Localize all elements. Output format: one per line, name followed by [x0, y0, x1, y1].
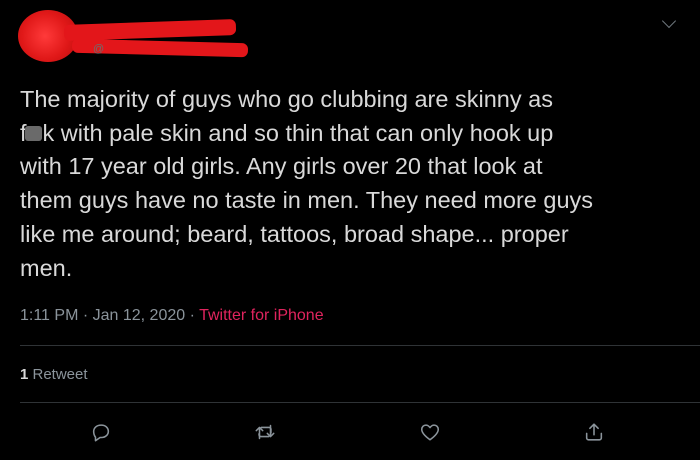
tweet-source-link[interactable]: Twitter for iPhone — [199, 307, 324, 324]
retweet-stats[interactable]: 1 Retweet — [20, 366, 88, 383]
censored-word-blur — [24, 125, 42, 141]
display-name-redacted[interactable] — [63, 19, 237, 41]
like-button[interactable] — [416, 418, 444, 446]
tweet-card: @ The majority of guys who go clubbing a… — [0, 0, 700, 460]
reply-icon — [92, 424, 110, 442]
divider — [20, 402, 700, 403]
tweet-date[interactable]: Jan 12, 2020 — [93, 307, 186, 324]
handle-text: @ — [93, 43, 105, 55]
retweet-button[interactable] — [251, 418, 279, 446]
tweet-meta: 1:11 PM · Jan 12, 2020 · Twitter for iPh… — [20, 307, 324, 325]
retweet-icon — [255, 424, 275, 440]
tweet-text: The majority of guys who go clubbing are… — [20, 83, 692, 285]
meta-separator: · — [185, 307, 200, 324]
chevron-down-icon[interactable] — [661, 13, 677, 29]
meta-separator: · — [78, 307, 93, 324]
heart-icon — [420, 424, 440, 441]
retweet-label: Retweet — [28, 366, 88, 383]
tweet-text-part2: k with pale skin and so thin that can on… — [20, 119, 594, 281]
share-icon — [585, 423, 603, 441]
share-button[interactable] — [580, 418, 608, 446]
divider — [20, 345, 700, 346]
reply-button[interactable] — [87, 418, 115, 446]
tweet-time[interactable]: 1:11 PM — [20, 307, 78, 324]
